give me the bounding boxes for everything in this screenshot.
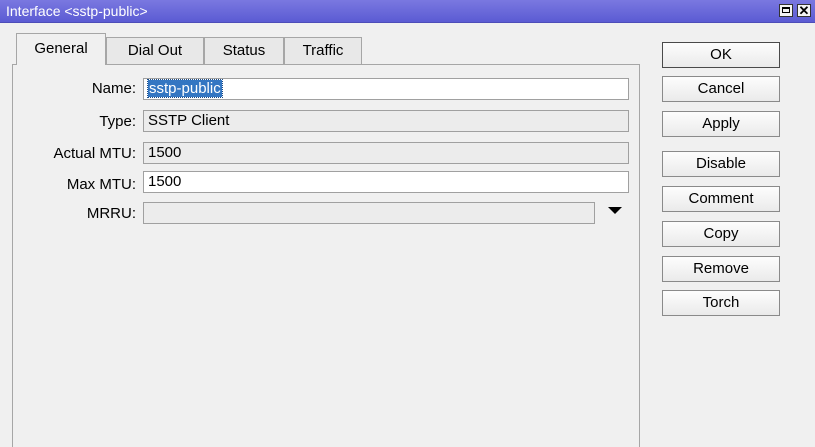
type-field: SSTP Client [143, 110, 629, 132]
name-value: sstp-public [147, 79, 223, 98]
tab-dial-out[interactable]: Dial Out [106, 37, 204, 64]
dropdown-arrow-icon[interactable] [608, 207, 622, 214]
ok-button[interactable]: OK [662, 42, 780, 68]
close-icon[interactable]: ✕ [797, 4, 811, 17]
type-label: Type: [99, 113, 136, 130]
name-label: Name: [91, 80, 136, 97]
max-mtu-label: Max MTU: [66, 176, 136, 193]
actual-mtu-field: 1500 [143, 142, 629, 164]
title-bar[interactable]: Interface <sstp-public> ✕ [0, 0, 815, 23]
apply-button[interactable]: Apply [662, 111, 780, 137]
name-input[interactable]: sstp-public [143, 78, 629, 100]
tab-status[interactable]: Status [204, 37, 284, 64]
tab-traffic[interactable]: Traffic [284, 37, 362, 64]
remove-button[interactable]: Remove [662, 256, 780, 282]
max-mtu-input[interactable]: 1500 [143, 171, 629, 193]
maximize-icon[interactable] [779, 4, 793, 17]
mrru-field[interactable] [143, 202, 595, 224]
interface-dialog: Interface <sstp-public> ✕ General Dial O… [0, 0, 815, 447]
torch-button[interactable]: Torch [662, 290, 780, 316]
copy-button[interactable]: Copy [662, 221, 780, 247]
mrru-label: MRRU: [86, 205, 136, 222]
comment-button[interactable]: Comment [662, 186, 780, 212]
disable-button[interactable]: Disable [662, 151, 780, 177]
cancel-button[interactable]: Cancel [662, 76, 780, 102]
tab-general[interactable]: General [16, 33, 106, 65]
window-title: Interface <sstp-public> [6, 3, 148, 19]
actual-mtu-label: Actual MTU: [53, 145, 136, 162]
